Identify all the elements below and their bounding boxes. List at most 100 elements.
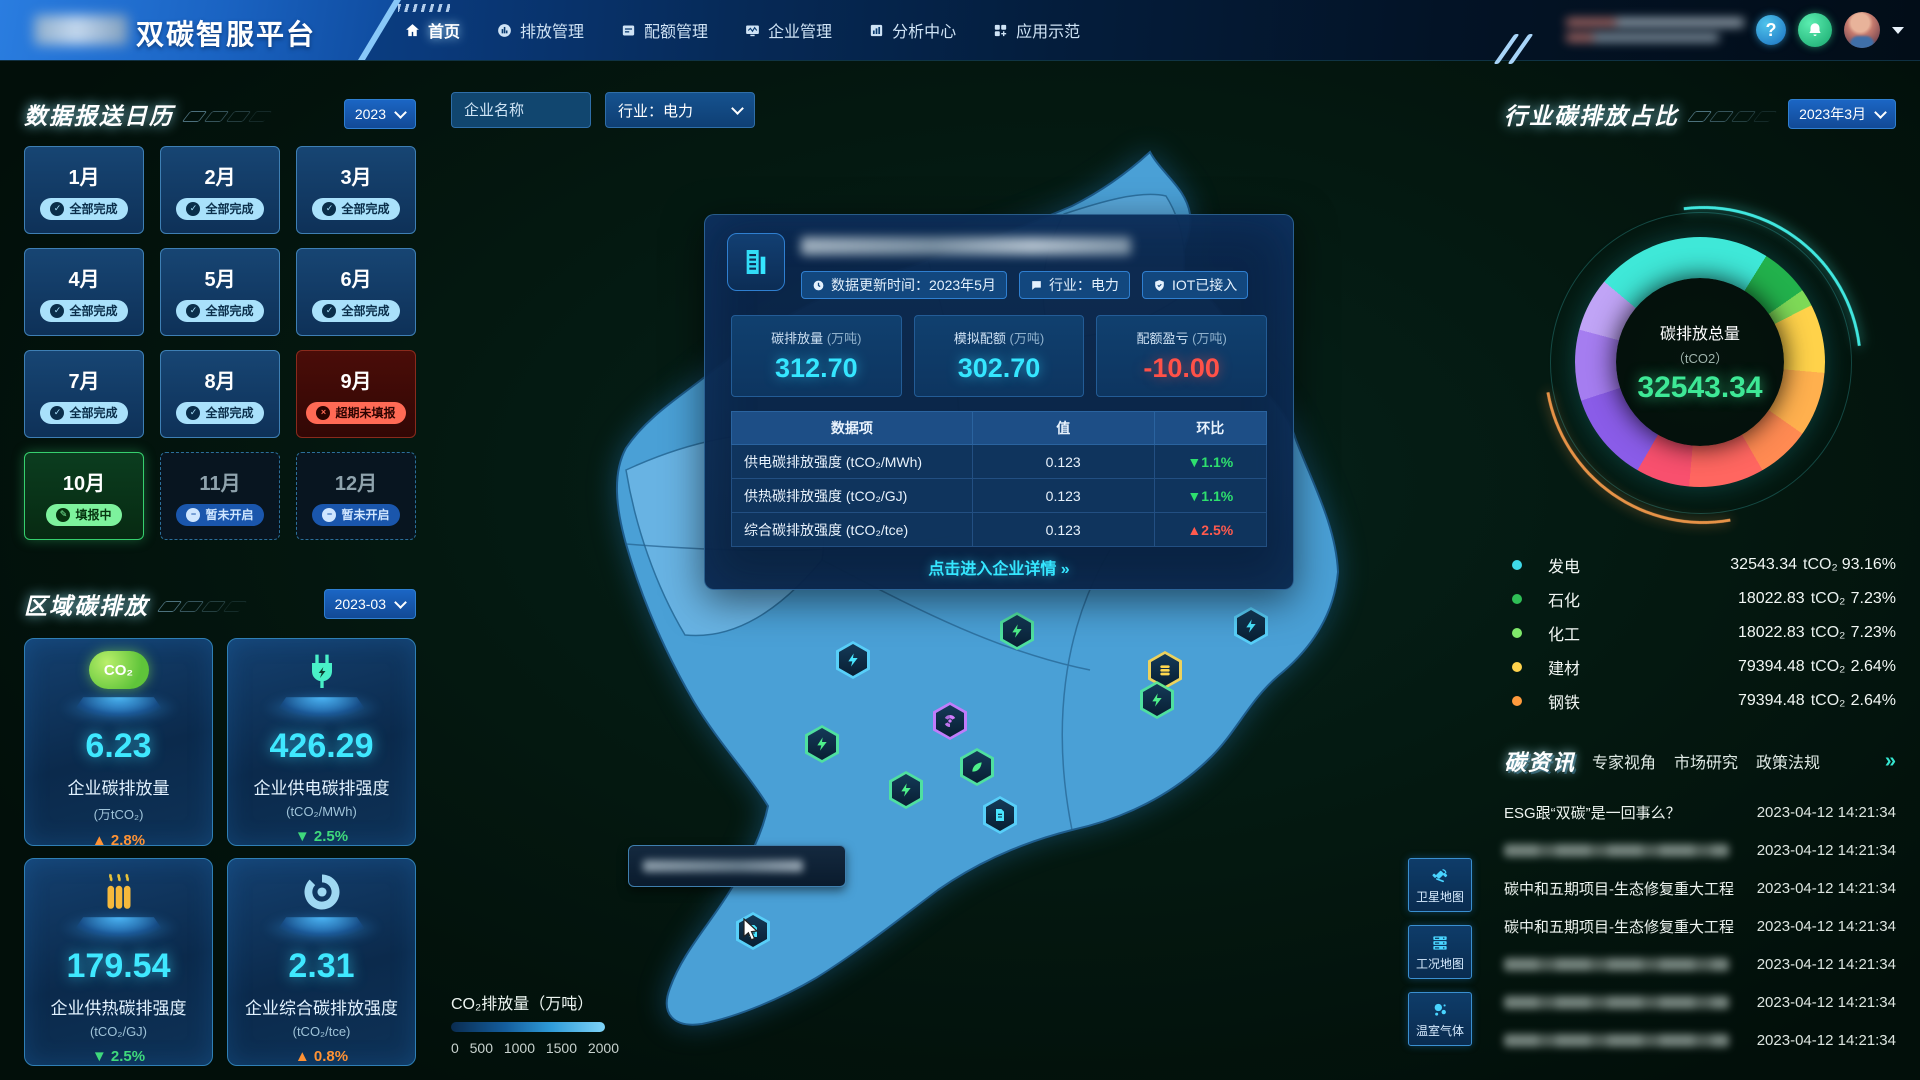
chevron-down-icon[interactable] [1892,27,1904,34]
news-item-blurred[interactable]: 2023-04-12 14:21:34 [1504,1021,1896,1059]
industry-select[interactable]: 行业：电力 [605,92,755,128]
chat-icon [1030,279,1043,292]
status-badge: −暂未开启 [312,504,399,526]
co2-cloud-icon: CO₂ [89,651,149,689]
title-slashes-decoration [186,111,268,122]
calendar-month-notopen[interactable]: 12月−暂未开启 [296,452,416,540]
news-item-blurred[interactable]: 2023-04-12 14:21:34 [1504,831,1896,869]
delta-up: ▲ 2.8% [25,832,212,849]
calendar-month[interactable]: 2月✓全部完成 [160,146,280,234]
calendar-month-overdue[interactable]: 9月×超期未填报 [296,350,416,438]
enter-company-detail-link[interactable]: 点击进入企业详情 » [705,555,1293,579]
calendar-month[interactable]: 5月✓全部完成 [160,248,280,336]
blurred-title [1504,996,1729,1009]
blurred-title [1504,958,1729,971]
status-badge: ✓全部完成 [40,198,127,220]
news-item[interactable]: 碳中和五期项目-生态修复重大工程...2023-04-12 14:21:34 [1504,869,1896,907]
nav-item-emission[interactable]: 排放管理 [496,18,584,42]
nav-item-quota[interactable]: 配额管理 [620,18,708,42]
tab-expert-view[interactable]: 专家视角 [1592,749,1656,773]
region-title: 区域碳排放 [24,587,149,621]
calendar-month[interactable]: 7月✓全部完成 [24,350,144,438]
calendar-month-active[interactable]: 10月✎填报中 [24,452,144,540]
company-name-input[interactable] [451,92,591,128]
update-time-badge: 数据更新时间：2023年5月 [801,271,1007,299]
calendar-month[interactable]: 6月✓全部完成 [296,248,416,336]
legend-dot [1512,594,1522,604]
news-item[interactable]: 碳中和五期项目-生态修复重大工程2023-04-12 14:21:34 [1504,907,1896,945]
status-badge: ✎填报中 [46,504,121,526]
calendar-year-select[interactable]: 2023 [344,99,416,129]
navbar-right: ? [1566,0,1904,60]
enterprise-monitor-icon [744,22,761,39]
legend-dot [1512,696,1522,706]
popup-stats: 碳排放量 (万吨) 312.70 模拟配额 (万吨) 302.70 配额盈亏 (… [731,315,1267,397]
top-navbar: 双碳智服平台 首页 排放管理 配额管理 企业管理 分析中心 [0,0,1920,60]
building-icon [727,233,785,291]
clock-icon [812,279,825,292]
region-period-select[interactable]: 2023-03 [324,589,416,619]
report-calendar-panel: 数据报送日历 2023 1月✓全部完成 2月✓全部完成 3月✓全部完成 4月✓全… [24,96,416,540]
news-list: ESG跟“双碳”是一回事么？2023-04-12 14:21:34 2023-0… [1504,793,1896,1059]
stat-card-power-intensity: 426.29 企业供电碳排强度 (tCO₂/MWh) ▼ 2.5% [227,638,416,846]
calendar-month[interactable]: 3月✓全部完成 [296,146,416,234]
status-badge: ✓全部完成 [176,198,263,220]
popup-badges: 数据更新时间：2023年5月 行业：电力 IOT已接入 [801,271,1248,299]
servers-icon [1430,933,1450,953]
calendar-month-notopen[interactable]: 11月−暂未开启 [160,452,280,540]
delta-down: ▼ 2.5% [228,828,415,845]
calendar-month[interactable]: 1月✓全部完成 [24,146,144,234]
news-item-blurred[interactable]: 2023-04-12 14:21:34 [1504,983,1896,1021]
news-more-arrow[interactable]: » [1885,750,1896,773]
status-badge: ✓全部完成 [176,300,263,322]
apps-grid-icon [992,22,1009,39]
home-icon [404,22,421,39]
industry-title: 行业碳排放占比 [1504,97,1679,131]
map-layer-buttons: 卫星地图 工况地图 温室气体 [1408,858,1472,1046]
nav-item-demo[interactable]: 应用示范 [992,18,1080,42]
stat-emission: 碳排放量 (万吨) 312.70 [731,315,902,397]
tab-policy[interactable]: 政策法规 [1756,749,1820,773]
table-row: 综合碳排放强度 (tCO₂/tce) 0.123 ▲2.5% [732,513,1267,547]
status-badge: ✓全部完成 [176,402,263,424]
calendar-title: 数据报送日历 [24,97,174,131]
status-badge: ✓全部完成 [312,198,399,220]
donut-center: 碳排放总量 （tCO2） 32543.34 [1616,278,1784,446]
nav-item-analysis[interactable]: 分析中心 [868,18,956,42]
map-color-legend: CO₂排放量（万吨） 0500 10001500 2000 [451,990,619,1056]
brand-title: 双碳智服平台 [136,13,316,53]
shield-icon [1153,279,1166,292]
news-title: 碳资讯 [1504,745,1576,777]
news-item-blurred[interactable]: 2023-04-12 14:21:34 [1504,945,1896,983]
calendar-grid: 1月✓全部完成 2月✓全部完成 3月✓全部完成 4月✓全部完成 5月✓全部完成 … [24,146,416,540]
chevron-down-icon [394,596,407,609]
chevron-down-icon [1874,106,1887,119]
map-filters: 行业：电力 [451,92,755,128]
greenhouse-gas-button[interactable]: 温室气体 [1408,992,1472,1046]
calendar-month[interactable]: 8月✓全部完成 [160,350,280,438]
tab-market-research[interactable]: 市场研究 [1674,749,1738,773]
company-name-blurred [801,237,1131,255]
notifications-bell-icon[interactable] [1798,13,1832,47]
legend-row: 化工18022.83tCO₂7.23% [1504,616,1896,650]
delta-up: ▲ 0.8% [228,1048,415,1065]
legend-row: 石化18022.83tCO₂7.23% [1504,582,1896,616]
news-item[interactable]: ESG跟“双碳”是一回事么？2023-04-12 14:21:34 [1504,793,1896,831]
user-avatar[interactable] [1844,12,1880,48]
legend-row: 钢铁79394.48tCO₂2.64% [1504,684,1896,718]
nav-item-home[interactable]: 首页 [404,18,460,42]
legend-dot [1512,560,1522,570]
condition-map-button[interactable]: 工况地图 [1408,925,1472,979]
nav-item-enterprise[interactable]: 企业管理 [744,18,832,42]
gauge-target-icon [301,871,343,918]
help-icon[interactable]: ? [1756,15,1786,45]
analysis-grid-icon [868,22,885,39]
industry-period-select[interactable]: 2023年3月 [1788,99,1896,129]
satellite-map-button[interactable]: 卫星地图 [1408,858,1472,912]
calendar-month[interactable]: 4月✓全部完成 [24,248,144,336]
legend-gradient-bar [451,1022,605,1032]
delta-down: ▼ 2.5% [25,1048,212,1065]
status-badge: ✓全部完成 [40,300,127,322]
table-row: 供电碳排放强度 (tCO₂/MWh) 0.123 ▼1.1% [732,445,1267,479]
table-row: 供热碳排放强度 (tCO₂/GJ) 0.123 ▼1.1% [732,479,1267,513]
